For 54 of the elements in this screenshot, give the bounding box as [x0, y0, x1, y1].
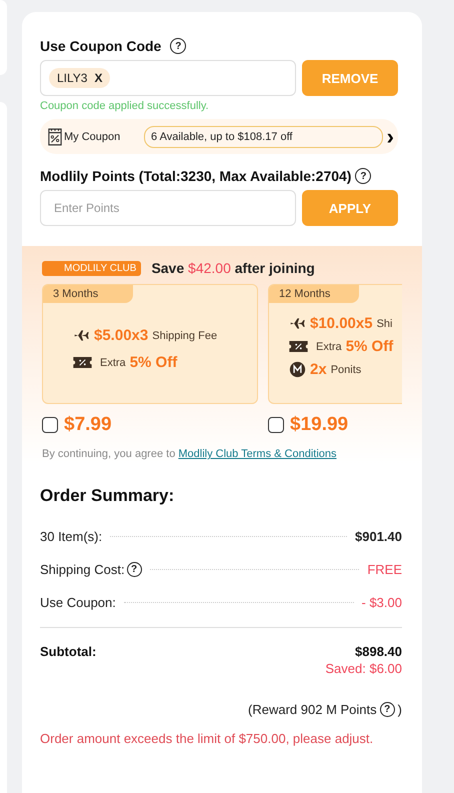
terms-text: By continuing, you agree to [42, 448, 176, 460]
plan-checkbox[interactable] [42, 417, 58, 433]
perk-text: Ponits [330, 364, 362, 376]
summary-label: Use Coupon: [40, 595, 116, 610]
club-badge: MODLILY CLUB [42, 260, 142, 276]
reward-text: (Reward 902 M Points [248, 702, 377, 717]
my-coupon-label: My Coupon [64, 130, 122, 142]
perk-text: Extra [316, 340, 342, 352]
perk-value: $10.00x5 [310, 315, 373, 332]
summary-label: Shipping Cost: [40, 562, 125, 577]
summary-value: FREE [367, 562, 402, 577]
coin-icon [289, 361, 306, 378]
plan-duration: 3 Months [43, 285, 133, 303]
plan-checkbox[interactable] [268, 417, 284, 433]
perk-value: $5.00x3 [94, 327, 148, 344]
plan-duration: 12 Months [269, 285, 359, 303]
perk-text: Shi [376, 318, 392, 330]
plan-price: $19.99 [290, 414, 348, 436]
perk-text: Shipping Fee [152, 330, 218, 342]
summary-value: - $3.00 [362, 595, 402, 610]
perk-value: 2x [310, 361, 327, 378]
points-label: Modlily Points (Total:3230, Max Available:2704) [40, 168, 352, 184]
plan-price: $7.99 [64, 414, 112, 436]
help-icon[interactable]: ? [126, 562, 142, 577]
ticket-icon [73, 357, 92, 368]
success-message: Coupon code applied successfully. [40, 100, 210, 112]
save-text: Save $42.00 after joining [151, 260, 315, 276]
points-field[interactable]: Enter Points [40, 190, 296, 226]
summary-value: $901.40 [355, 529, 402, 544]
saved-amount: Saved: $6.00 [324, 661, 402, 676]
perk-value: 5% Off [130, 354, 178, 371]
summary-label: 30 Item(s): [40, 529, 102, 544]
help-icon[interactable]: ? [355, 168, 372, 184]
coupon-icon [48, 128, 62, 146]
subtotal-label: Subtotal: [40, 644, 96, 659]
perk-text: Extra [100, 356, 126, 368]
chevron-icon[interactable]: › [386, 126, 394, 148]
help-icon[interactable]: ? [170, 38, 186, 54]
coupon-code: LILY3 [57, 71, 88, 85]
summary-title: Order Summary: [40, 486, 176, 506]
terms-link[interactable]: Modlily Club Terms & Conditions [178, 448, 337, 460]
coupon-field[interactable]: LILY3 X [40, 60, 296, 96]
plan-card[interactable]: 12 Months $10.00x5 Shi Extra 5% Off 2x Ponits [268, 284, 402, 404]
warning-message: Order amount exceeds the limit of $750.00, please adjust. [40, 731, 374, 746]
available-pill: 6 Available, up to $108.17 off [144, 126, 383, 148]
perk-value: 5% Off [346, 338, 394, 355]
subtotal-value: $898.40 [355, 644, 402, 659]
remove-code-button[interactable]: X [94, 71, 102, 85]
reward-bracket: ) [398, 702, 402, 717]
coupon-label: Use Coupon Code [40, 38, 162, 54]
coupon-bar[interactable]: My Coupon 6 Available, up to $108.17 off › [40, 119, 398, 154]
help-icon[interactable]: ? [380, 702, 395, 717]
ticket-icon [289, 341, 308, 352]
plan-card[interactable]: 3 Months $5.00x3 Shipping Fee Extra 5% Off [42, 284, 258, 404]
